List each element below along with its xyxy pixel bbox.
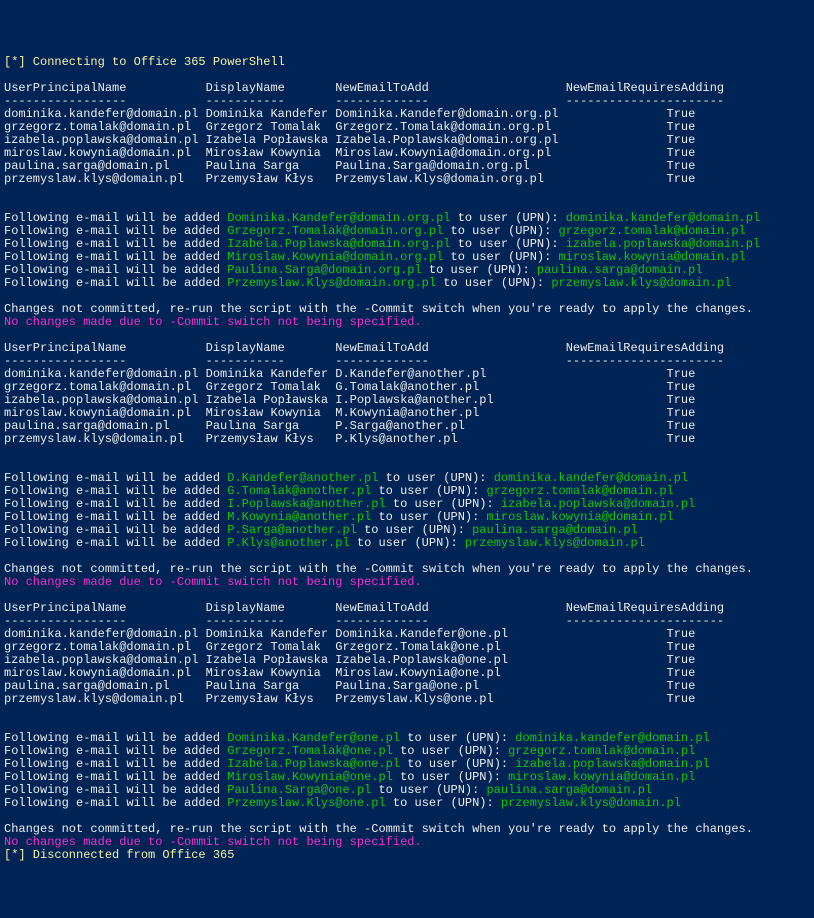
nochange-warning: No changes made due to -Commit switch no… bbox=[4, 835, 422, 849]
target-upn: miroslaw.kowynia@domain.pl bbox=[559, 250, 746, 264]
table-row: przemyslaw.klys@domain.pl Przemysław Kły… bbox=[4, 692, 695, 706]
added-email: Izabela.Poplawska@domain.org.pl bbox=[227, 237, 450, 251]
following-line: Following e-mail will be added Miroslaw.… bbox=[4, 250, 746, 264]
table-row: przemyslaw.klys@domain.pl Przemysław Kły… bbox=[4, 432, 695, 446]
table-row: grzegorz.tomalak@domain.pl Grzegorz Toma… bbox=[4, 640, 695, 654]
added-email: Dominika.Kandefer@domain.org.pl bbox=[227, 211, 450, 225]
table-row: izabela.poplawska@domain.pl Izabela Popł… bbox=[4, 653, 695, 667]
powershell-output: [*] Connecting to Office 365 PowerShell … bbox=[0, 52, 814, 866]
following-line: Following e-mail will be added Paulina.S… bbox=[4, 783, 652, 797]
added-email: I.Poplawska@another.pl bbox=[227, 497, 385, 511]
following-line: Following e-mail will be added P.Klys@an… bbox=[4, 536, 645, 550]
following-line: Following e-mail will be added P.Sarga@a… bbox=[4, 523, 638, 537]
table-row: dominika.kandefer@domain.pl Dominika Kan… bbox=[4, 107, 695, 121]
target-upn: izabela.poplawska@domain.pl bbox=[515, 757, 709, 771]
table-header: UserPrincipalName DisplayName NewEmailTo… bbox=[4, 341, 724, 355]
commit-warning: Changes not committed, re-run the script… bbox=[4, 822, 753, 836]
table-header-dash: ----------------- ----------- ----------… bbox=[4, 94, 724, 108]
table-row: dominika.kandefer@domain.pl Dominika Kan… bbox=[4, 367, 695, 381]
table-row: izabela.poplawska@domain.pl Izabela Popł… bbox=[4, 133, 695, 147]
added-email: P.Klys@another.pl bbox=[227, 536, 349, 550]
added-email: G.Tomalak@another.pl bbox=[227, 484, 371, 498]
commit-warning: Changes not committed, re-run the script… bbox=[4, 302, 753, 316]
following-line: Following e-mail will be added Przemysla… bbox=[4, 276, 731, 290]
target-upn: grzegorz.tomalak@domain.pl bbox=[487, 484, 674, 498]
following-line: Following e-mail will be added Miroslaw.… bbox=[4, 770, 695, 784]
table-row: miroslaw.kowynia@domain.pl Mirosław Kowy… bbox=[4, 406, 695, 420]
target-upn: izabela.poplawska@domain.pl bbox=[566, 237, 760, 251]
target-upn: dominika.kandefer@domain.pl bbox=[515, 731, 709, 745]
following-line: Following e-mail will be added Dominika.… bbox=[4, 731, 710, 745]
target-upn: paulina.sarga@domain.pl bbox=[472, 523, 638, 537]
target-upn: przemyslaw.klys@domain.pl bbox=[501, 796, 681, 810]
target-upn: grzegorz.tomalak@domain.pl bbox=[559, 224, 746, 238]
target-upn: przemyslaw.klys@domain.pl bbox=[551, 276, 731, 290]
added-email: Miroslaw.Kowynia@one.pl bbox=[227, 770, 393, 784]
added-email: D.Kandefer@another.pl bbox=[227, 471, 378, 485]
target-upn: paulina.sarga@domain.pl bbox=[537, 263, 703, 277]
added-email: P.Sarga@another.pl bbox=[227, 523, 357, 537]
added-email: Miroslaw.Kowynia@domain.org.pl bbox=[227, 250, 443, 264]
connect-line: [*] Connecting to Office 365 PowerShell bbox=[4, 55, 285, 69]
table-row: paulina.sarga@domain.pl Paulina Sarga P.… bbox=[4, 419, 695, 433]
target-upn: miroslaw.kowynia@domain.pl bbox=[508, 770, 695, 784]
disconnect-line: [*] Disconnected from Office 365 bbox=[4, 848, 234, 862]
target-upn: przemyslaw.klys@domain.pl bbox=[465, 536, 645, 550]
target-upn: dominika.kandefer@domain.pl bbox=[494, 471, 688, 485]
following-line: Following e-mail will be added Izabela.P… bbox=[4, 757, 710, 771]
added-email: Przemyslaw.Klys@domain.org.pl bbox=[227, 276, 436, 290]
following-line: Following e-mail will be added Grzegorz.… bbox=[4, 744, 695, 758]
target-upn: grzegorz.tomalak@domain.pl bbox=[508, 744, 695, 758]
table-header-dash: ----------------- ----------- ----------… bbox=[4, 614, 724, 628]
table-row: przemyslaw.klys@domain.pl Przemysław Kły… bbox=[4, 172, 695, 186]
target-upn: miroslaw.kowynia@domain.pl bbox=[487, 510, 674, 524]
added-email: Dominika.Kandefer@one.pl bbox=[227, 731, 400, 745]
nochange-warning: No changes made due to -Commit switch no… bbox=[4, 315, 422, 329]
added-email: Paulina.Sarga@one.pl bbox=[227, 783, 371, 797]
target-upn: dominika.kandefer@domain.pl bbox=[566, 211, 760, 225]
following-line: Following e-mail will be added Przemysla… bbox=[4, 796, 681, 810]
following-line: Following e-mail will be added Grzegorz.… bbox=[4, 224, 746, 238]
following-line: Following e-mail will be added Izabela.P… bbox=[4, 237, 760, 251]
commit-warning: Changes not committed, re-run the script… bbox=[4, 562, 753, 576]
added-email: Grzegorz.Tomalak@domain.org.pl bbox=[227, 224, 443, 238]
added-email: Przemyslaw.Klys@one.pl bbox=[227, 796, 385, 810]
table-row: izabela.poplawska@domain.pl Izabela Popł… bbox=[4, 393, 695, 407]
table-row: grzegorz.tomalak@domain.pl Grzegorz Toma… bbox=[4, 380, 695, 394]
following-line: Following e-mail will be added M.Kowynia… bbox=[4, 510, 674, 524]
following-line: Following e-mail will be added I.Poplaws… bbox=[4, 497, 695, 511]
target-upn: izabela.poplawska@domain.pl bbox=[501, 497, 695, 511]
table-row: grzegorz.tomalak@domain.pl Grzegorz Toma… bbox=[4, 120, 695, 134]
added-email: Grzegorz.Tomalak@one.pl bbox=[227, 744, 393, 758]
table-row: miroslaw.kowynia@domain.pl Mirosław Kowy… bbox=[4, 146, 695, 160]
table-row: paulina.sarga@domain.pl Paulina Sarga Pa… bbox=[4, 159, 695, 173]
table-row: paulina.sarga@domain.pl Paulina Sarga Pa… bbox=[4, 679, 695, 693]
table-header: UserPrincipalName DisplayName NewEmailTo… bbox=[4, 81, 724, 95]
following-line: Following e-mail will be added Paulina.S… bbox=[4, 263, 703, 277]
table-row: miroslaw.kowynia@domain.pl Mirosław Kowy… bbox=[4, 666, 695, 680]
following-line: Following e-mail will be added G.Tomalak… bbox=[4, 484, 674, 498]
added-email: Izabela.Poplawska@one.pl bbox=[227, 757, 400, 771]
nochange-warning: No changes made due to -Commit switch no… bbox=[4, 575, 422, 589]
added-email: M.Kowynia@another.pl bbox=[227, 510, 371, 524]
added-email: Paulina.Sarga@domain.org.pl bbox=[227, 263, 421, 277]
table-row: dominika.kandefer@domain.pl Dominika Kan… bbox=[4, 627, 695, 641]
table-header-dash: ----------------- ----------- ----------… bbox=[4, 354, 724, 368]
table-header: UserPrincipalName DisplayName NewEmailTo… bbox=[4, 601, 724, 615]
following-line: Following e-mail will be added Dominika.… bbox=[4, 211, 760, 225]
following-line: Following e-mail will be added D.Kandefe… bbox=[4, 471, 688, 485]
target-upn: paulina.sarga@domain.pl bbox=[487, 783, 653, 797]
